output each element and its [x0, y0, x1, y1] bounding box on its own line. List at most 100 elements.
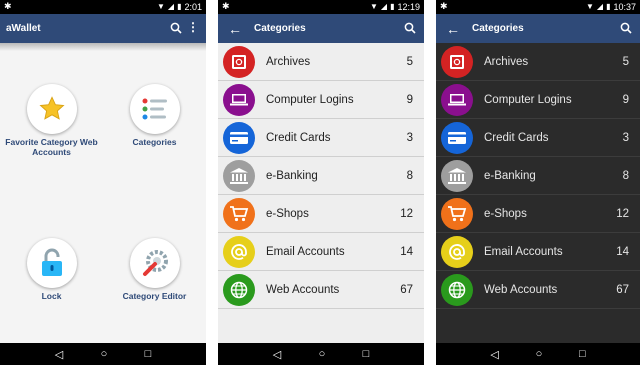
battery-icon: ▮ [177, 2, 182, 11]
category-count: 3 [406, 131, 413, 144]
tile-label: Category Editor [122, 291, 187, 301]
credit-card-icon [441, 121, 473, 154]
safe-icon [223, 45, 255, 78]
category-editor-tile[interactable]: Category Editor [103, 238, 206, 301]
status-time: 12:19 [397, 2, 420, 12]
wifi-icon: ▼ [156, 2, 165, 11]
category-count: 12 [400, 207, 413, 220]
wrench-gear-icon [129, 238, 180, 288]
status-bar: ✱ ▼ ◢ ▮ 2:01 [0, 0, 206, 14]
nav-bar: ◁ ○ □ [436, 343, 640, 365]
search-icon[interactable] [170, 21, 182, 39]
back-nav-icon[interactable]: ◁ [55, 348, 63, 361]
category-row[interactable]: e-Banking 8 [218, 157, 424, 195]
category-row[interactable]: Computer Logins 9 [436, 81, 640, 119]
category-row[interactable]: Credit Cards 3 [436, 119, 640, 157]
category-count: 9 [406, 93, 413, 106]
back-nav-icon[interactable]: ◁ [490, 348, 498, 361]
category-count: 5 [622, 55, 629, 68]
category-row[interactable]: Web Accounts 67 [218, 271, 424, 309]
category-row[interactable]: Computer Logins 9 [218, 81, 424, 119]
credit-card-icon [223, 121, 255, 154]
category-count: 67 [400, 283, 413, 296]
home-screen: ✱ ▼ ◢ ▮ 2:01 aWallet ⋮ Favorite Category… [0, 0, 206, 365]
app-bar: aWallet ⋮ [0, 14, 206, 43]
lock-tile[interactable]: Lock [0, 238, 103, 301]
recents-nav-icon[interactable]: □ [145, 348, 152, 360]
screen-title: Categories [472, 23, 524, 34]
overflow-menu-icon[interactable]: ⋮ [187, 20, 199, 34]
nav-bar: ◁ ○ □ [218, 343, 424, 365]
categories-light-screen: ✱ ▼ ◢ ▮ 12:19 ← Categories Archives 5 Comp… [218, 0, 424, 365]
category-row[interactable]: Archives 5 [436, 43, 640, 81]
app-title: aWallet [6, 23, 41, 34]
category-name: Email Accounts [484, 245, 563, 258]
category-name: Credit Cards [484, 131, 549, 144]
search-icon[interactable] [620, 21, 632, 39]
categories-dark-screen: ✱ ▼ ◢ ▮ 10:37 ← Categories Archives 5 Comp… [436, 0, 640, 365]
category-name: e-Banking [484, 169, 536, 182]
wifi-icon: ▼ [369, 2, 378, 11]
home-nav-icon[interactable]: ○ [101, 348, 108, 360]
category-count: 14 [616, 245, 629, 258]
category-count: 3 [622, 131, 629, 144]
category-row[interactable]: e-Shops 12 [218, 195, 424, 233]
globe-icon [223, 273, 255, 306]
category-name: Web Accounts [484, 283, 558, 296]
category-name: e-Shops [266, 207, 309, 220]
category-row[interactable]: Archives 5 [218, 43, 424, 81]
search-icon[interactable] [404, 21, 416, 39]
category-row[interactable]: e-Shops 12 [436, 195, 640, 233]
home-nav-icon[interactable]: ○ [319, 348, 326, 360]
laptop-icon [223, 83, 255, 116]
battery-icon: ▮ [606, 2, 611, 11]
status-time: 10:37 [613, 2, 636, 12]
notification-icon: ✱ [440, 1, 448, 11]
notification-icon: ✱ [222, 1, 230, 11]
back-arrow-icon[interactable]: ← [228, 21, 242, 37]
screen-title: Categories [254, 23, 306, 34]
category-name: e-Shops [484, 207, 527, 220]
app-bar-shadow [0, 43, 206, 51]
bank-icon [223, 159, 255, 192]
category-count: 14 [400, 245, 413, 258]
category-count: 67 [616, 283, 629, 296]
recents-nav-icon[interactable]: □ [579, 348, 586, 360]
status-time: 2:01 [184, 2, 202, 12]
category-name: Web Accounts [266, 283, 340, 296]
at-sign-icon [223, 235, 255, 268]
app-bar: ← Categories [436, 14, 640, 43]
home-nav-icon[interactable]: ○ [536, 348, 543, 360]
globe-icon [441, 273, 473, 306]
category-row[interactable]: Web Accounts 67 [436, 271, 640, 309]
nav-bar: ◁ ○ □ [0, 343, 206, 365]
app-bar: ← Categories [218, 14, 424, 43]
category-list: Archives 5 Computer Logins 9 Credit Cards 3 e-… [436, 43, 640, 309]
category-list: Archives 5 Computer Logins 9 Credit Cards 3 e-… [218, 43, 424, 309]
category-name: Email Accounts [266, 245, 345, 258]
padlock-icon [26, 238, 77, 288]
category-row[interactable]: e-Banking 8 [436, 157, 640, 195]
recents-nav-icon[interactable]: □ [363, 348, 370, 360]
back-arrow-icon[interactable]: ← [446, 21, 460, 37]
category-row[interactable]: Email Accounts 14 [218, 233, 424, 271]
category-row[interactable]: Credit Cards 3 [218, 119, 424, 157]
categories-tile[interactable]: Categories [103, 84, 206, 147]
category-count: 8 [622, 169, 629, 182]
tile-label: Lock [41, 291, 62, 301]
favorite-category-tile[interactable]: Favorite Category Web Accounts [0, 84, 103, 157]
category-name: e-Banking [266, 169, 318, 182]
category-name: Archives [266, 55, 311, 68]
signal-icon: ◢ [167, 2, 175, 11]
list-icon [129, 84, 180, 134]
status-bar: ✱ ▼ ◢ ▮ 10:37 [436, 0, 640, 14]
back-nav-icon[interactable]: ◁ [273, 348, 281, 361]
category-row[interactable]: Email Accounts 14 [436, 233, 640, 271]
star-icon [26, 84, 77, 134]
tile-label: Favorite Category Web Accounts [5, 137, 98, 157]
tile-label: Categories [132, 137, 177, 147]
category-name: Credit Cards [266, 131, 331, 144]
bank-icon [441, 159, 473, 192]
shopping-cart-icon [441, 197, 473, 230]
safe-icon [441, 45, 473, 78]
